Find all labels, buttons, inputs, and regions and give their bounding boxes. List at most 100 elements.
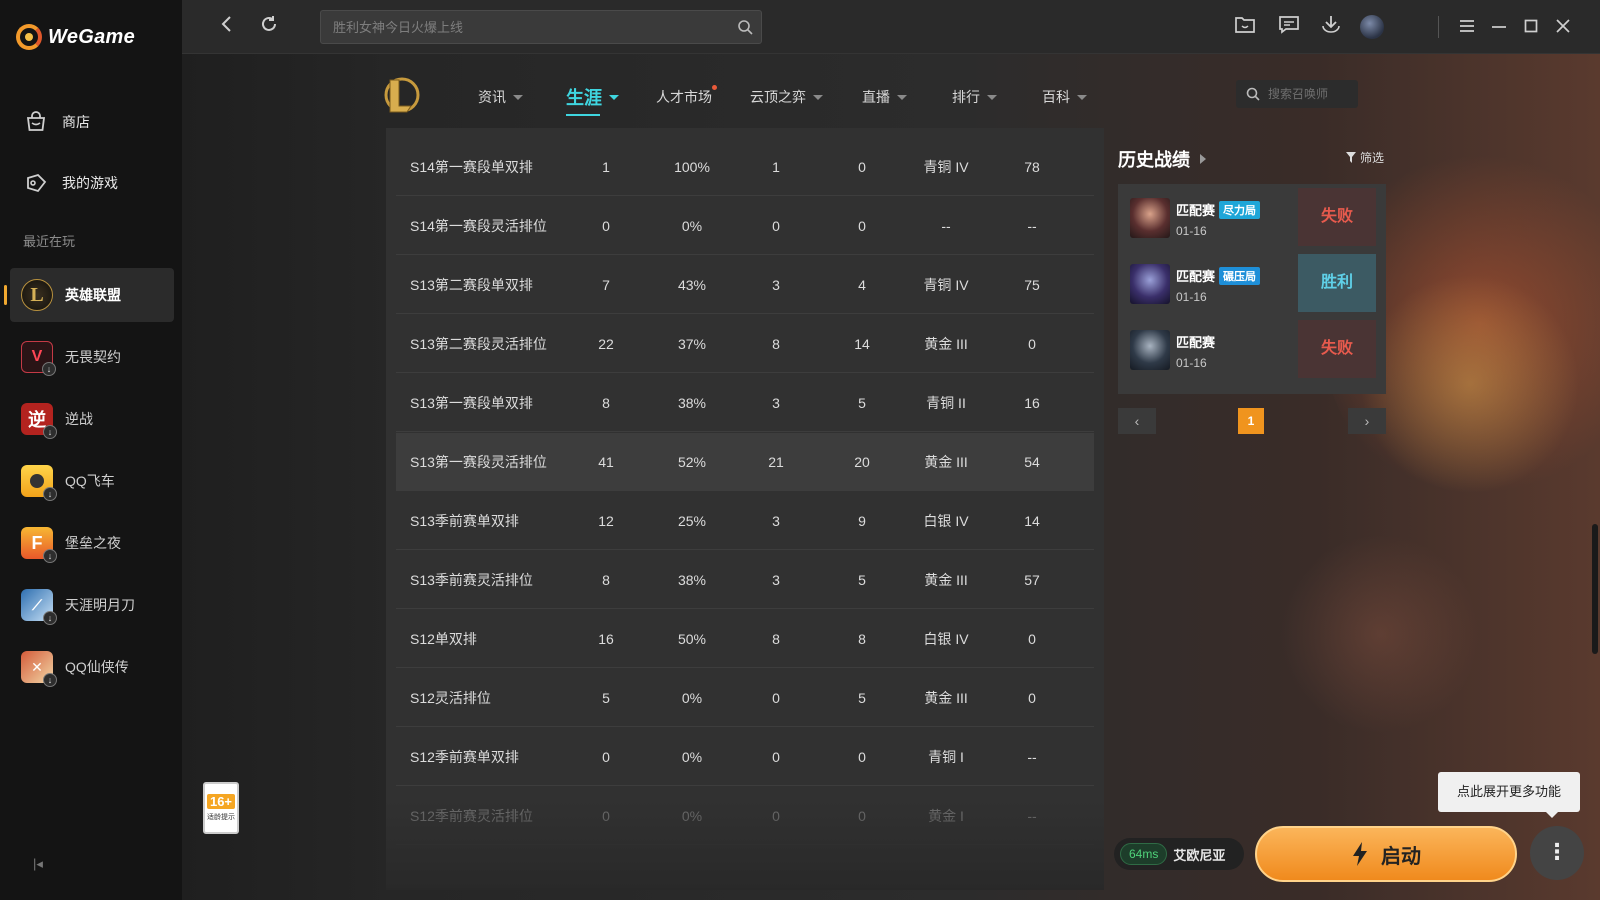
sidebar-item-store[interactable]: 商店 <box>10 95 174 149</box>
global-search[interactable] <box>320 10 762 44</box>
table-row[interactable]: S13季前赛灵活排位 8 38% 3 5 黄金 III 57 <box>396 551 1094 609</box>
chevron-right-icon <box>1200 154 1206 164</box>
table-cell: 黄金 III <box>924 572 968 588</box>
table-cell: 0% <box>681 690 703 706</box>
table-cell: 8 <box>602 572 610 588</box>
game-label: QQ仙侠传 <box>65 659 129 675</box>
table-cell: 0 <box>1028 690 1036 706</box>
table-cell: 黄金 I <box>928 808 964 824</box>
menu-icon[interactable] <box>1454 14 1480 40</box>
sidebar-game-lol[interactable]: L 英雄联盟 <box>4 268 174 322</box>
history-title[interactable]: 历史战绩 <box>1118 146 1206 172</box>
pager-prev-button[interactable]: ‹ <box>1118 408 1156 434</box>
lol-logo-icon[interactable] <box>382 74 420 116</box>
table-row[interactable]: S13第二赛段单双排 7 43% 3 4 青铜 IV 75 <box>396 256 1094 314</box>
table-row[interactable]: S14第一赛段灵活排位 0 0% 0 0 -- -- <box>396 197 1094 255</box>
table-row[interactable]: S12灵活排位 5 0% 0 5 黄金 III 0 <box>396 669 1094 727</box>
table-cell: 白银 IV <box>923 513 969 529</box>
message-icon[interactable] <box>1276 14 1302 40</box>
sidebar: WeGame 商店 我的游戏 最近在玩 L 英雄联盟 V ↓ 无畏契约 逆 ↓ … <box>0 0 182 900</box>
sidebar-game-qq-speed[interactable]: ↓ QQ飞车 <box>10 454 174 508</box>
season-name-cell: S14第一赛段单双排 <box>410 159 533 175</box>
table-row[interactable]: S13第一赛段灵活排位 41 52% 21 20 黄金 III 54 <box>396 433 1094 491</box>
sidebar-game-valorant[interactable]: V ↓ 无畏契约 <box>10 330 174 384</box>
table-row[interactable]: S13季前赛单双排 12 25% 3 9 白银 IV 14 <box>396 492 1094 550</box>
table-cell: 54 <box>1024 454 1040 470</box>
history-title-label: 历史战绩 <box>1118 150 1190 170</box>
table-cell: 3 <box>772 572 780 588</box>
table-cell: 0 <box>858 808 866 824</box>
collapse-sidebar-icon[interactable]: |◂ <box>29 855 47 873</box>
tab-wiki[interactable]: 百科 <box>1042 87 1087 107</box>
table-row[interactable]: S13第一赛段单双排 8 38% 3 5 青铜 II 16 <box>396 374 1094 432</box>
summoner-search[interactable] <box>1236 80 1358 108</box>
maximize-icon[interactable] <box>1518 14 1544 40</box>
download-icon: ↓ <box>42 362 56 376</box>
match-date: 01-16 <box>1176 290 1207 304</box>
pager-page-button[interactable]: 1 <box>1238 408 1264 434</box>
recent-played-label: 最近在玩 <box>23 234 76 249</box>
tab-live[interactable]: 直播 <box>862 87 907 107</box>
global-search-input[interactable] <box>321 11 761 43</box>
tab-label: 直播 <box>862 89 890 105</box>
game-label: 逆战 <box>65 411 93 427</box>
download-icon: ↓ <box>43 487 57 501</box>
pager-next-button[interactable]: › <box>1348 408 1386 434</box>
tab-talent-market[interactable]: 人才市场 <box>656 85 717 107</box>
launch-button[interactable]: 启动 <box>1255 826 1517 882</box>
tab-ranking[interactable]: 排行 <box>952 87 997 107</box>
age-rating-badge: 16+ 适龄提示 <box>203 782 239 834</box>
tab-career[interactable]: 生涯 <box>566 84 619 116</box>
table-row[interactable]: S12季前赛单双排 0 0% 0 0 青铜 I -- <box>396 728 1094 786</box>
tooltip: 点此展开更多功能 <box>1438 772 1580 818</box>
sidebar-item-my-games[interactable]: 我的游戏 <box>10 156 174 210</box>
divider <box>1438 16 1439 38</box>
season-name-cell: S13第二赛段单双排 <box>410 277 533 293</box>
game-label: 天涯明月刀 <box>65 597 135 613</box>
sidebar-game-qq-xianxia[interactable]: ✕ ↓ QQ仙侠传 <box>10 640 174 694</box>
fortnite-icon: F ↓ <box>21 527 57 563</box>
wegame-brand[interactable]: WeGame <box>16 22 135 52</box>
tab-news[interactable]: 资讯 <box>478 87 523 107</box>
scrollbar[interactable] <box>1592 524 1598 654</box>
sidebar-game-nizhan[interactable]: 逆 ↓ 逆战 <box>10 392 174 446</box>
search-icon[interactable] <box>737 19 753 35</box>
tab-label: 百科 <box>1042 89 1070 105</box>
match-item[interactable]: 匹配赛 01-16 失败 <box>1128 320 1376 378</box>
chevron-down-icon <box>513 94 523 100</box>
sidebar-game-tianya[interactable]: ⟋ ↓ 天涯明月刀 <box>10 578 174 632</box>
table-cell: 14 <box>854 336 870 352</box>
table-cell: 5 <box>602 690 610 706</box>
sidebar-game-fortnite[interactable]: F ↓ 堡垒之夜 <box>10 516 174 570</box>
table-cell: -- <box>1027 808 1037 824</box>
table-cell: 21 <box>768 454 784 470</box>
close-icon[interactable] <box>1550 14 1576 40</box>
table-cell: 38% <box>677 572 707 588</box>
minimize-icon[interactable] <box>1486 14 1512 40</box>
background-art <box>1280 534 1480 734</box>
table-row[interactable]: S14第一赛段单双排 1 100% 1 0 青铜 IV 78 <box>396 138 1094 196</box>
user-avatar[interactable] <box>1360 15 1384 39</box>
more-options-button[interactable]: ⋮ <box>1530 826 1584 880</box>
match-item[interactable]: 匹配赛 碾压局 01-16 胜利 <box>1128 254 1376 312</box>
server-status[interactable]: 64ms 艾欧尼亚 <box>1114 838 1244 870</box>
filter-button[interactable]: 筛选 <box>1346 149 1384 166</box>
brand-name: WeGame <box>48 25 136 48</box>
table-row[interactable]: S12季前赛灵活排位 0 0% 0 0 黄金 I -- <box>396 787 1094 845</box>
back-arrow-icon[interactable] <box>214 14 240 40</box>
season-name-cell: S13第一赛段单双排 <box>410 395 533 411</box>
champion-avatar <box>1130 330 1170 370</box>
download-manager-icon[interactable] <box>1318 14 1344 40</box>
ping-badge: 64ms <box>1120 843 1168 865</box>
sidebar-item-label: 我的游戏 <box>62 175 118 191</box>
refresh-icon[interactable] <box>256 14 282 40</box>
match-item[interactable]: 匹配赛 尽力局 01-16 失败 <box>1128 188 1376 246</box>
tab-tft[interactable]: 云顶之弈 <box>750 87 823 107</box>
table-row[interactable]: S13第二赛段灵活排位 22 37% 8 14 黄金 III 0 <box>396 315 1094 373</box>
season-name-cell: S12单双排 <box>410 631 477 647</box>
table-cell: 黄金 III <box>924 690 968 706</box>
table-cell: 20 <box>854 454 870 470</box>
folder-icon[interactable] <box>1232 14 1258 40</box>
table-row[interactable]: S12单双排 16 50% 8 8 白银 IV 0 <box>396 610 1094 668</box>
league-of-legends-icon: L <box>21 279 53 311</box>
